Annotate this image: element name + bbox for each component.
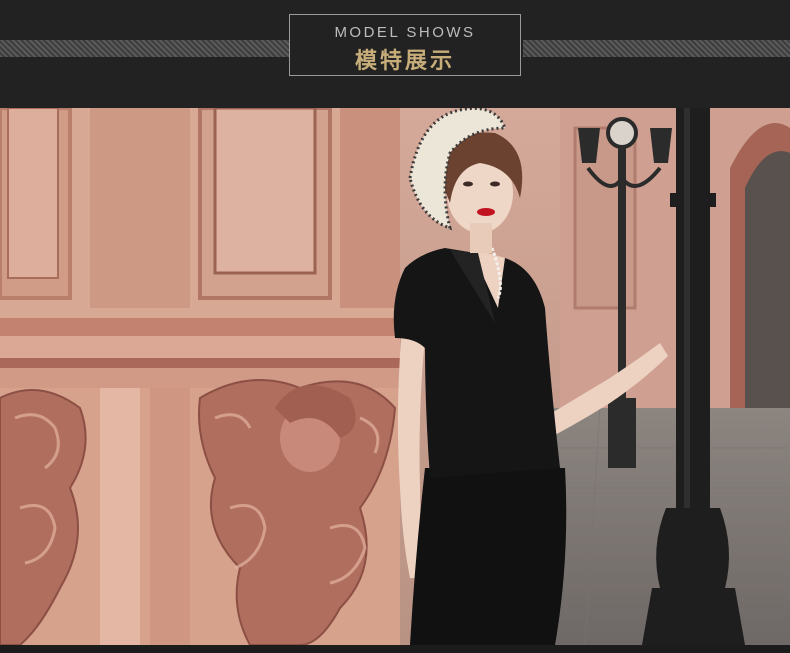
section-title-box: MODEL SHOWS 模特展示: [289, 14, 521, 76]
bottom-border: [0, 645, 790, 653]
decorative-stripe-left: [0, 40, 289, 57]
section-header: MODEL SHOWS 模特展示: [0, 0, 790, 108]
section-title-english: MODEL SHOWS: [334, 24, 476, 41]
section-title-chinese: 模特展示: [354, 49, 455, 74]
model-photo: [0, 108, 790, 645]
decorative-stripe-right: [523, 40, 790, 57]
